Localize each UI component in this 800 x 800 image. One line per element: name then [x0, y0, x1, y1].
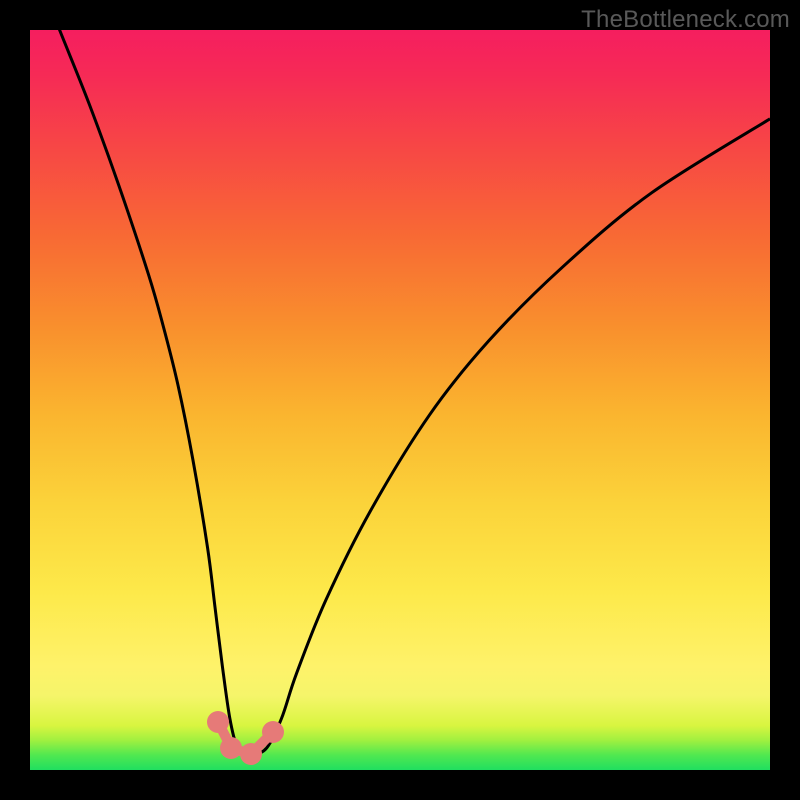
data-marker: [207, 711, 229, 733]
curve-path: [30, 30, 770, 756]
plot-area: [30, 30, 770, 770]
bottleneck-curve: [30, 30, 770, 770]
data-marker: [240, 743, 262, 765]
data-marker: [262, 721, 284, 743]
watermark-text: TheBottleneck.com: [581, 6, 790, 34]
chart-frame: TheBottleneck.com: [0, 0, 800, 800]
